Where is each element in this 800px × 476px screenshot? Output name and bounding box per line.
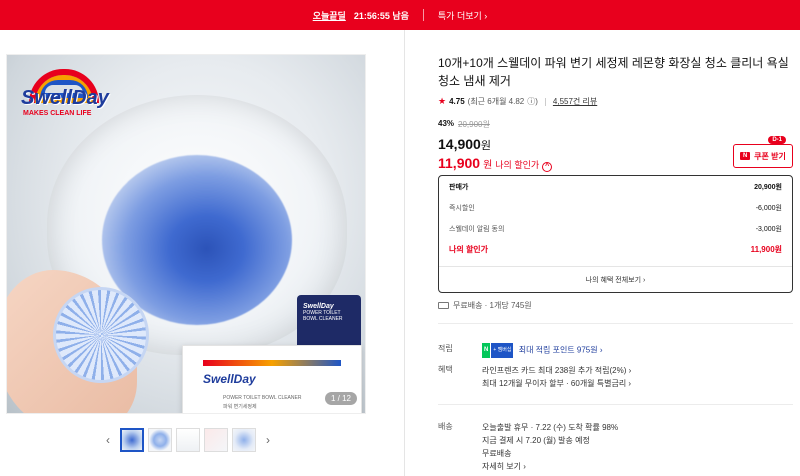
npay-n: N: [482, 343, 491, 358]
shipping-text: 무료배송 · 1개당 745원: [453, 301, 532, 310]
points-link[interactable]: 최대 적립 포인트 975원 ›: [519, 346, 603, 355]
sale-price-unit: 원: [480, 140, 491, 152]
breakdown-value: -6,000원: [755, 204, 782, 212]
breakdown-value: 20,900원: [754, 183, 782, 191]
box-stripe: [203, 360, 341, 366]
coupon-label: 쿠폰 받기: [754, 151, 786, 161]
product-info-panel: 10개+10개 스웰데이 파워 변기 세정제 레몬향 화장실 청소 클리너 욕실…: [438, 54, 793, 172]
my-price-label: 나의 할인가: [495, 160, 540, 170]
rating-row: ★ 4.75 (최근 6개월 4.82 ⓘ) 4,557건 리뷰: [438, 96, 793, 107]
thumbnail-1[interactable]: [120, 428, 144, 452]
delivery-ship-date: 지금 결제 시 7.20 (월) 발송 예정: [482, 436, 590, 445]
price-breakdown: 판매가 20,900원 즉시할인 -6,000원 스웰데이 알림 동의 -3,0…: [438, 175, 793, 293]
rating-recent: (최근 6개월 4.82: [467, 97, 525, 106]
reviews-link[interactable]: 4,557건 리뷰: [553, 96, 597, 107]
thumbnail-3[interactable]: [176, 428, 200, 452]
divider: [438, 323, 793, 324]
chevron-right-icon[interactable]: ›: [260, 433, 276, 447]
coupon-dday-badge: D-1: [768, 136, 786, 144]
chevron-up-icon[interactable]: ^: [542, 161, 553, 172]
benefits-section: 혜택 라인프렌즈 카드 최대 238원 추가 적립(2%) › 최대 12개월 …: [438, 364, 793, 390]
delivery-label: 배송: [438, 422, 453, 431]
card-benefit-link[interactable]: 라인프렌즈 카드 최대 238원 추가 적립(2%) ›: [482, 364, 793, 377]
thumbnail-4[interactable]: [204, 428, 228, 452]
my-price-value: 11,900: [438, 155, 481, 171]
pouch-text: POWER TOILET BOWL CLEANER: [303, 310, 343, 322]
breakdown-label: 즉시할인: [449, 204, 475, 212]
installment-link[interactable]: 최대 12개월 무이자 할부 · 60개월 특별금리 ›: [482, 377, 793, 390]
breakdown-row: 스웰데이 알림 동의 -3,000원: [439, 218, 792, 239]
thumbnail-5[interactable]: [232, 428, 256, 452]
breakdown-label: 스웰데이 알림 동의: [449, 225, 505, 233]
breakdown-value: 11,900원: [750, 245, 782, 254]
breakdown-row: 판매가 20,900원: [439, 176, 792, 197]
benefits-label: 혜택: [438, 365, 453, 374]
delivery-free: 무료배송: [482, 449, 512, 458]
coupon-icon: N: [740, 152, 751, 160]
product-title: 10개+10개 스웰데이 파워 변기 세정제 레몬향 화장실 청소 클리너 욕실…: [438, 56, 789, 88]
view-all-benefits-button[interactable]: 나의 혜택 전체보기 ›: [439, 266, 792, 292]
deal-timer: 21:56:55 남음: [353, 10, 409, 21]
box-logo: SwellDay: [203, 372, 256, 386]
pouch-logo: SwellDay: [303, 303, 334, 310]
original-price: 20,900원: [458, 120, 490, 129]
breakdown-row: 즉시할인 -6,000원: [439, 197, 792, 218]
brand-logo: SwellDay MAKES CLEAN LIFE: [21, 69, 131, 117]
thumbnail-2[interactable]: [148, 428, 172, 452]
breakdown-label: 나의 할인가: [449, 245, 489, 254]
brand-logo-name: SwellDay: [21, 87, 109, 109]
points-section: 적립 N + 멤버십 최대 적립 포인트 975원 ›: [438, 343, 793, 358]
npay-badge-icon: N + 멤버십: [482, 343, 514, 358]
product-main-image[interactable]: SwellDay POWER TOILET BOWL CLEANER Swell…: [7, 55, 365, 413]
breakdown-value: -3,000원: [755, 225, 782, 233]
truck-icon: [438, 302, 449, 309]
divider: [404, 30, 405, 476]
more-deals-link[interactable]: 특가 더보기 ›: [438, 9, 487, 22]
discount-row: 43% 20,900원: [438, 119, 793, 130]
divider: [438, 404, 793, 405]
brand-logo-tagline: MAKES CLEAN LIFE: [23, 110, 92, 117]
star-icon: ★: [438, 96, 447, 106]
discount-percent: 43%: [438, 119, 455, 128]
chevron-left-icon[interactable]: ‹: [100, 433, 116, 447]
delivery-estimate: 오늘출발 휴무 · 7.22 (수) 도착 확률 98%: [482, 423, 619, 432]
my-price-unit: 원: [483, 160, 493, 171]
divider: [422, 9, 424, 21]
cleaner-tablet-illustration: [53, 287, 149, 383]
shipping-summary: 무료배송 · 1개당 745원: [438, 300, 532, 311]
breakdown-row-my-price: 나의 할인가 11,900원: [439, 239, 792, 260]
points-label: 적립: [438, 344, 453, 353]
info-icon[interactable]: ⓘ): [527, 96, 538, 107]
divider: [544, 97, 546, 106]
sale-price-value: 14,900: [438, 136, 481, 152]
delivery-details-link[interactable]: 자세히 보기 ›: [482, 460, 793, 473]
breakdown-label: 판매가: [449, 183, 469, 191]
product-image-gallery[interactable]: SwellDay POWER TOILET BOWL CLEANER Swell…: [6, 54, 366, 414]
thumbnail-strip: ‹ ›: [100, 426, 276, 454]
npay-membership: + 멤버십: [491, 343, 514, 358]
deal-top-banner: 오늘끝딜 21:56:55 남음 특가 더보기 ›: [0, 0, 800, 30]
image-counter: 1 / 12: [324, 392, 357, 405]
delivery-section: 배송 오늘출발 휴무 · 7.22 (수) 도착 확률 98% 지금 결제 시 …: [438, 421, 793, 473]
rating-score: 4.75: [449, 97, 465, 106]
coupon-button[interactable]: D-1 N 쿠폰 받기: [733, 136, 793, 168]
deal-brand-label: 오늘끝딜: [312, 10, 346, 21]
